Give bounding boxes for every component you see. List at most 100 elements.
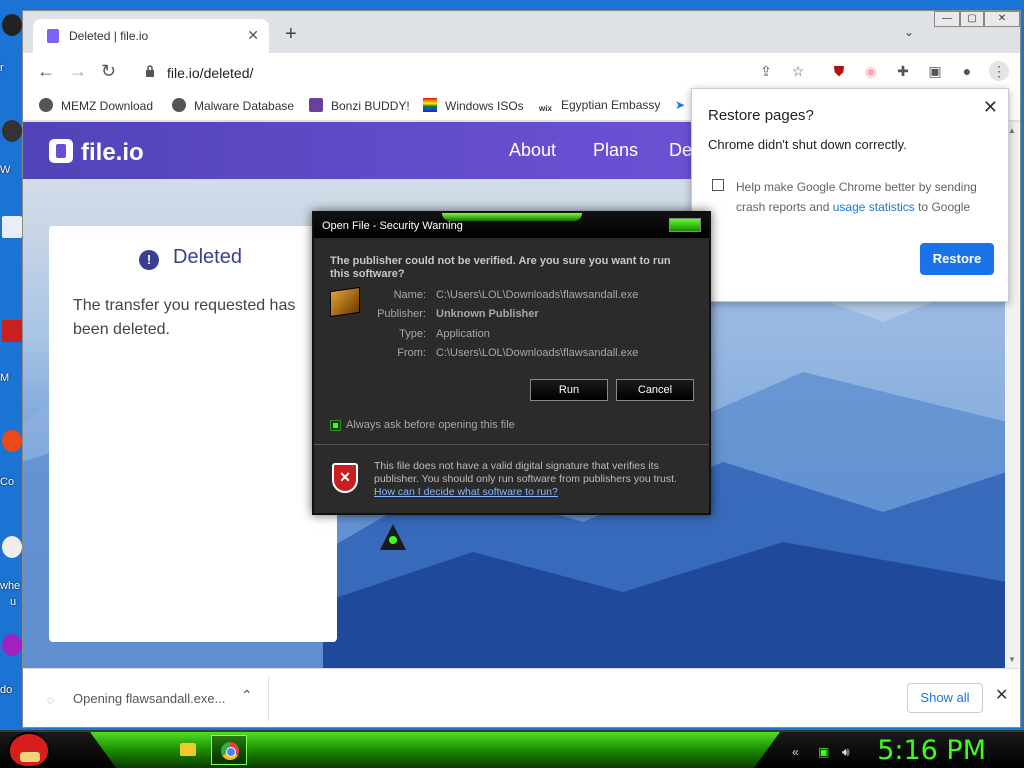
- reload-icon[interactable]: ↻: [101, 61, 116, 82]
- restore-subtitle: Chrome didn't shut down correctly.: [708, 137, 907, 152]
- menu-kebab-icon[interactable]: ⋮: [989, 61, 1009, 81]
- bookmark-malware-db[interactable]: Malware Database: [172, 98, 294, 113]
- taskbar-chrome[interactable]: [211, 735, 247, 765]
- field-key: Name:: [393, 289, 426, 301]
- bookmark-label: MEMZ Download: [61, 99, 154, 113]
- share-icon[interactable]: ⇪: [756, 61, 776, 81]
- minimize-button[interactable]: —: [934, 11, 960, 27]
- restore-help-suffix: to Google: [914, 200, 971, 214]
- bookmark-memz[interactable]: MEMZ Download: [39, 98, 153, 113]
- site-logo[interactable]: file.io: [81, 139, 144, 167]
- bookmark-bonzi[interactable]: Bonzi BUDDY!: [309, 98, 410, 113]
- new-tab-icon[interactable]: +: [285, 24, 297, 44]
- bookmark-label: Bonzi BUDDY!: [331, 99, 410, 113]
- scroll-down-icon[interactable]: ▼: [1008, 655, 1016, 664]
- restore-help-text: Help make Google Chrome better by sendin…: [736, 177, 996, 217]
- bookmark-more-icon[interactable]: ➤: [675, 98, 685, 112]
- restore-title: Restore pages?: [708, 107, 814, 124]
- deleted-card: ! Deleted The transfer you requested has…: [49, 226, 337, 642]
- taskbar-clock[interactable]: 5:16 PM: [877, 735, 986, 766]
- wix-icon: wix: [539, 102, 553, 116]
- signature-warning-text: This file does not have a valid digital …: [374, 460, 677, 485]
- taskbar: « ▣ 🔊︎ 5:16 PM: [0, 730, 1024, 768]
- restore-button[interactable]: Restore: [920, 243, 994, 275]
- field-key: Publisher:: [377, 308, 426, 320]
- usage-statistics-link[interactable]: usage statistics: [833, 200, 915, 214]
- maximize-button[interactable]: ▢: [960, 11, 984, 27]
- cancel-button[interactable]: Cancel: [616, 379, 694, 401]
- desktop-icon[interactable]: [2, 320, 22, 342]
- back-arrow-icon[interactable]: ←: [37, 61, 55, 82]
- bookmark-egyptian-embassy[interactable]: wix Egyptian Embassy: [539, 98, 660, 116]
- profile-avatar-icon[interactable]: ●: [957, 61, 977, 81]
- file-io-favicon-icon: [47, 29, 59, 43]
- download-bar-close-icon[interactable]: ✕: [995, 685, 1008, 705]
- divider: [314, 444, 709, 445]
- desktop-icon-label: M: [0, 372, 10, 384]
- nav-developers[interactable]: De: [669, 140, 692, 161]
- desktop-icon-label: r: [0, 62, 4, 74]
- taskbar-explorer[interactable]: [170, 735, 206, 765]
- tray-chevron-icon[interactable]: «: [792, 745, 799, 759]
- desktop-icons-strip: r W M Co whe u do: [0, 0, 24, 730]
- help-link[interactable]: How can I decide what software to run?: [374, 486, 558, 498]
- run-button[interactable]: Run: [530, 379, 608, 401]
- bookmark-label: Malware Database: [194, 99, 295, 113]
- exclamation-icon: !: [139, 250, 159, 270]
- start-button-angry-bird-icon[interactable]: [8, 732, 50, 768]
- tab-title: Deleted | file.io: [69, 29, 149, 43]
- desktop-icon-label: whe: [0, 580, 21, 592]
- dialog-titlebar[interactable]: Open File - Security Warning: [314, 213, 709, 238]
- always-ask-label: Always ask before opening this file: [346, 419, 515, 431]
- show-all-button[interactable]: Show all: [907, 683, 983, 713]
- restore-close-icon[interactable]: ✕: [983, 97, 998, 118]
- tab-file-io[interactable]: Deleted | file.io ✕: [33, 19, 269, 53]
- extensions-puzzle-icon[interactable]: ✚: [893, 61, 913, 81]
- download-bar: ◌ Opening flawsandall.exe... ⌃ Show all …: [23, 668, 1020, 727]
- bookmark-windows-isos[interactable]: Windows ISOs: [423, 98, 524, 113]
- download-spinner-icon: ◌: [47, 693, 55, 707]
- nav-plans[interactable]: Plans: [593, 140, 638, 161]
- tab-search-chevron-icon[interactable]: ⌄: [904, 25, 914, 39]
- folder-icon: [180, 743, 196, 756]
- forward-arrow-icon[interactable]: →: [69, 61, 87, 82]
- rainbow-flag-icon: [423, 98, 437, 112]
- desktop-icon[interactable]: [2, 430, 22, 452]
- browser-toolbar: ← → ↻ file.io/deleted/ ⇪ ☆ ⛊ ◉ ✚ ▣ ● ⋮: [23, 53, 1020, 91]
- lock-icon: [146, 65, 154, 77]
- volume-icon[interactable]: 🔊︎: [842, 745, 850, 760]
- security-warning-dialog: Open File - Security Warning The publish…: [312, 211, 711, 515]
- desktop-icon[interactable]: [2, 120, 22, 142]
- card-title: Deleted: [173, 246, 242, 268]
- nav-about[interactable]: About: [509, 140, 556, 161]
- chevron-up-icon[interactable]: ⌃: [241, 687, 253, 704]
- globe-icon: [172, 98, 186, 112]
- scroll-up-icon[interactable]: ▲: [1008, 126, 1016, 135]
- busy-cursor-icon: [380, 524, 406, 550]
- tab-close-icon[interactable]: ✕: [247, 27, 259, 44]
- network-icon[interactable]: ▣: [818, 745, 829, 759]
- download-item[interactable]: Opening flawsandall.exe...: [73, 691, 225, 706]
- url-text: file.io/deleted/: [167, 65, 254, 81]
- desktop-icon[interactable]: [2, 634, 22, 656]
- bookmark-label: Windows ISOs: [445, 99, 524, 113]
- desktop-icon[interactable]: [2, 536, 22, 558]
- publisher-question: The publisher could not be verified. Are…: [330, 255, 671, 280]
- chrome-icon: [221, 742, 239, 760]
- field-value: Unknown Publisher: [436, 308, 539, 320]
- dialog-close-button[interactable]: [669, 218, 701, 232]
- dialog-title: Open File - Security Warning: [322, 220, 463, 232]
- desktop-icon[interactable]: [2, 14, 22, 36]
- ublock-icon[interactable]: ⛊: [829, 61, 849, 81]
- bookmark-star-icon[interactable]: ☆: [788, 61, 808, 81]
- always-ask-checkbox[interactable]: [330, 420, 341, 431]
- close-window-button[interactable]: ✕: [984, 11, 1020, 27]
- field-value: C:\Users\LOL\Downloads\flawsandall.exe: [436, 347, 639, 359]
- side-panel-icon[interactable]: ▣: [925, 61, 945, 81]
- field-value: Application: [436, 328, 490, 340]
- tab-strip: Deleted | file.io ✕ + ⌄ — ▢ ✕: [23, 11, 1020, 53]
- file-io-logo-icon[interactable]: [49, 139, 73, 163]
- extension-flag-icon[interactable]: ◉: [861, 61, 881, 81]
- crash-report-checkbox[interactable]: [712, 179, 724, 191]
- desktop-icon[interactable]: [2, 216, 22, 238]
